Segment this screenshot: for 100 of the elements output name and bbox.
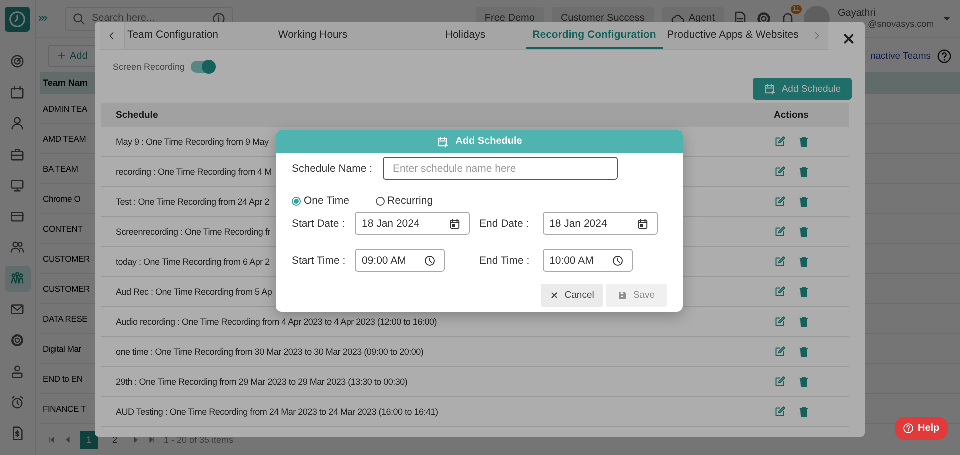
page-button[interactable]: 2 [106, 431, 124, 449]
calendar-icon [636, 218, 648, 230]
edit-button[interactable] [774, 196, 786, 208]
cancel-button[interactable]: Cancel [540, 284, 604, 307]
edit-icon [774, 256, 786, 268]
dialog-title: Add Schedule [456, 136, 522, 147]
schedule-cell: one time : One Time Recording from 30 Mar 2023 to 30 Mar 2023 (09:00 to 20:00) [116, 346, 424, 356]
user-email: @snovasys.com [867, 19, 934, 29]
time-field[interactable]: 10:00 AM [542, 249, 632, 272]
calendar-plus-icon [764, 83, 776, 95]
toggle-label: Screen Recording [113, 62, 186, 72]
column-header: Team Nam [42, 78, 88, 88]
schedule-cell: May 9 : One Time Recording from 9 May [116, 136, 269, 146]
schedule-cell: Aud Rec : One Time Recording from 5 Ap [116, 286, 272, 296]
radio-option[interactable]: One Time [292, 195, 350, 207]
edit-button[interactable] [774, 256, 786, 268]
edit-icon [774, 166, 786, 178]
schedule-cell: today : One Time Recording from 6 Apr 2 [116, 256, 270, 266]
schedule-cell: recording : One Time Recording from 4 M [116, 166, 272, 176]
edit-button[interactable] [774, 136, 786, 148]
edit-button[interactable] [774, 376, 786, 388]
search-input[interactable]: Search here... [92, 13, 206, 24]
radio-label: One Time [304, 195, 350, 207]
edit-button[interactable] [774, 166, 786, 178]
field-label: End Time : [480, 254, 531, 266]
edit-icon [774, 316, 786, 328]
delete-button[interactable] [798, 406, 810, 418]
team-icon[interactable] [4, 266, 30, 292]
delete-button[interactable] [798, 166, 810, 178]
trash-icon [798, 376, 810, 388]
time-field[interactable]: 09:00 AM [355, 249, 445, 272]
delete-button[interactable] [798, 256, 810, 268]
close-icon [843, 33, 855, 45]
field-label: Start Time : [292, 254, 347, 266]
expand-icon[interactable] [38, 13, 49, 24]
toggle-switch[interactable] [191, 61, 216, 73]
last-page-icon[interactable] [148, 436, 156, 444]
field-value: 10:00 AM [550, 254, 595, 266]
calendar-icon [449, 218, 461, 230]
radio-label: Recurring [388, 195, 434, 207]
field-value: 09:00 AM [362, 254, 408, 266]
schedule-cell: 29th : One Time Recording from 29 Mar 2023 to 29 Mar 2023 (13:30 to 00:30) [116, 376, 408, 386]
edit-icon [774, 136, 786, 148]
trash-icon [798, 346, 810, 358]
app-logo[interactable] [5, 7, 30, 32]
team-name: Chrome O [42, 194, 81, 204]
edit-icon [774, 196, 786, 208]
team-name: DATA RESE [42, 314, 88, 324]
team-name: BA TEAM [42, 164, 78, 174]
user-name: Gayathri [838, 8, 877, 19]
schedule-cell: Screenrecording : One Time Recording fr [116, 226, 270, 236]
delete-button[interactable] [798, 286, 810, 298]
team-name: ADMIN TEA [42, 104, 88, 114]
clock-icon [424, 254, 436, 266]
schedule-name-field[interactable]: Enter schedule name here [383, 157, 618, 180]
field-label: End Date : [480, 218, 530, 230]
column-header: Schedule [115, 110, 160, 120]
delete-button[interactable] [798, 376, 810, 388]
calendar-plus-icon [436, 136, 449, 148]
close-icon [550, 291, 559, 300]
edit-button[interactable] [774, 316, 786, 328]
delete-button[interactable] [798, 136, 810, 148]
delete-button[interactable] [798, 316, 810, 328]
date-field[interactable]: 18 Jan 2024 [542, 212, 658, 235]
column-header: Actions [774, 110, 810, 120]
edit-icon [774, 346, 786, 358]
edit-icon [774, 286, 786, 298]
edit-button[interactable] [774, 406, 786, 418]
date-field[interactable]: 18 Jan 2024 [355, 212, 470, 235]
help-icon[interactable] [937, 48, 952, 64]
floppy-icon [618, 291, 628, 300]
trash-icon [798, 226, 810, 238]
team-name: END to EN [42, 374, 83, 384]
team-name: FINANCE T [42, 404, 86, 414]
trash-icon [798, 316, 810, 328]
search-icon [72, 12, 86, 26]
edit-button[interactable] [774, 286, 786, 298]
team-name: AMD TEAM [42, 134, 86, 144]
first-page-icon[interactable] [48, 436, 56, 444]
team-name: CUSTOMER [42, 284, 90, 294]
delete-button[interactable] [798, 226, 810, 238]
trash-icon [798, 136, 810, 148]
field-label: Schedule Name : [292, 162, 374, 174]
field-value: 18 Jan 2024 [550, 218, 608, 230]
field-label: Start Date : [292, 218, 346, 230]
previous-page-icon[interactable] [64, 436, 72, 444]
edit-button[interactable] [774, 226, 786, 238]
plus-icon [57, 51, 67, 61]
edit-button[interactable] [774, 346, 786, 358]
edit-icon [774, 226, 786, 238]
schedule-cell: Test : One Time Recording from 24 Apr 2 [116, 196, 270, 206]
schedule-cell: Audio recording : One Time Recording from 4 Apr 2023 to 4 Apr 2023 (12:00 to 16:00) [116, 316, 437, 326]
team-name: CUSTOMER [42, 254, 90, 264]
radio-option[interactable]: Recurring [376, 195, 434, 207]
delete-button[interactable] [798, 196, 810, 208]
edit-icon [774, 376, 786, 388]
help-button[interactable]: Help [895, 417, 948, 440]
field-value: 18 Jan 2024 [362, 218, 421, 230]
help-icon [903, 423, 914, 434]
delete-button[interactable] [798, 346, 810, 358]
